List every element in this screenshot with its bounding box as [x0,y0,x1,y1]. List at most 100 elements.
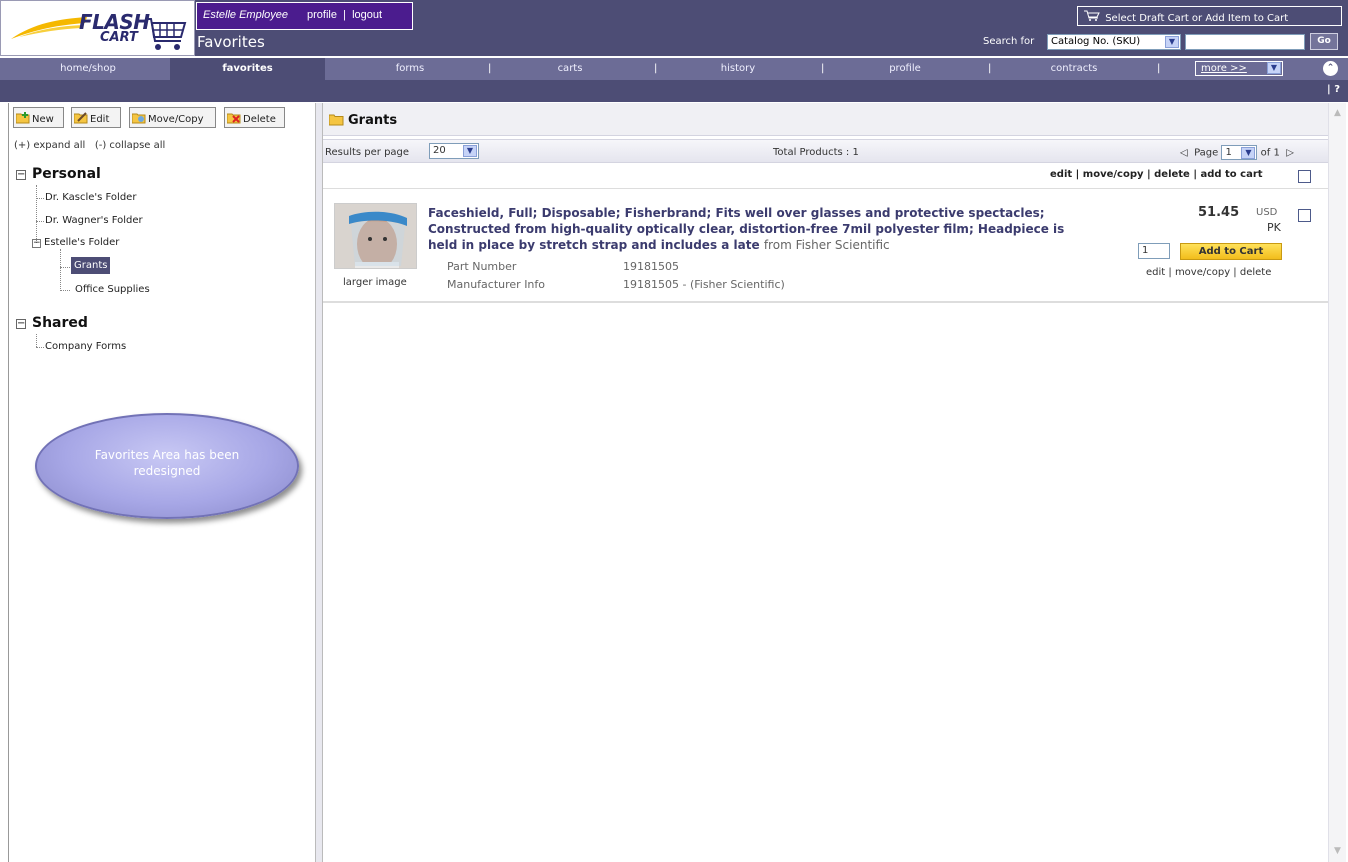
tree-item-company-forms[interactable]: Company Forms [45,341,126,352]
profile-link[interactable]: profile [307,9,337,21]
product-title-link[interactable]: Faceshield, Full; Disposable; Fisherbran… [428,206,1064,252]
tree-connector [36,347,44,348]
personal-label: Personal [32,166,101,182]
page-label: Page [1194,147,1219,159]
tree-section-shared[interactable]: − Shared [16,315,88,331]
results-per-page-select[interactable]: 20 ▼ [429,143,479,159]
results-per-page-label: Results per page [325,147,410,158]
expand-all-link[interactable]: (+) expand all [14,140,85,151]
tree-item-grants[interactable]: Grants [71,257,111,274]
list-actions: edit | move/copy | delete | add to cart [1050,169,1263,180]
vertical-scrollbar[interactable]: ▲ ▼ [1328,103,1346,862]
next-page-icon[interactable]: ▷ [1286,148,1294,159]
pager: ◁ Page 1 ▼ of 1 ▷ [1180,145,1294,160]
pane-splitter[interactable] [315,103,323,862]
product-edit-link[interactable]: edit [1146,267,1165,278]
tree-item-estelle-folder[interactable]: − Estelle's Folder [32,237,119,248]
logout-link[interactable]: logout [352,9,382,21]
list-add-to-cart-link[interactable]: add to cart [1200,169,1262,180]
favorites-tree-pane: New Edit Move/Copy Delete (+) expand all… [8,103,315,862]
edit-folder-button[interactable]: Edit [71,107,121,128]
tab-favorites[interactable]: favorites [170,58,325,80]
prev-page-icon[interactable]: ◁ [1180,148,1188,159]
folder-title: Grants [348,113,398,128]
redesign-callout: Favorites Area has been redesigned [35,413,299,519]
help-link[interactable]: | ? [1327,84,1340,95]
manufacturer-value: 19181505 - (Fisher Scientific) [623,278,785,291]
sub-bar: | ? [0,80,1348,102]
collapse-icon[interactable]: − [32,239,41,248]
product-unit: PK [1267,221,1281,234]
product-delete-link[interactable]: delete [1240,267,1272,278]
product-row: larger image Faceshield, Full; Disposabl… [323,190,1328,303]
tree-section-personal[interactable]: − Personal [16,166,101,182]
page-value: 1 [1225,147,1232,158]
scroll-down-icon[interactable]: ▼ [1331,845,1344,858]
search-type-value: Catalog No. (SKU) [1051,36,1141,47]
tab-contracts[interactable]: contracts [1038,58,1110,80]
part-number-label: Part Number [447,260,517,273]
add-to-cart-button[interactable]: Add to Cart [1180,243,1282,260]
list-edit-link[interactable]: edit [1050,169,1072,180]
tab-profile[interactable]: profile [875,58,935,80]
more-tabs-select[interactable]: more >> ▼ [1195,61,1283,76]
product-description: Faceshield, Full; Disposable; Fisherbran… [428,205,1073,253]
collapse-all-link[interactable]: (-) collapse all [95,140,165,151]
new-folder-label: New [32,114,54,125]
tree-item-office-supplies[interactable]: Office Supplies [75,284,150,295]
search-label: Search for [983,36,1035,47]
search-type-select[interactable]: Catalog No. (SKU) ▼ [1047,34,1181,50]
tab-forms[interactable]: forms [380,58,440,80]
link-separator: | [340,9,350,21]
product-select-checkbox[interactable] [1298,209,1311,222]
main-nav: home/shop favorites forms | carts | hist… [0,58,1348,80]
search-input[interactable] [1185,34,1305,50]
quantity-input[interactable]: 1 [1138,243,1170,259]
faceshield-thumbnail-icon [335,204,416,268]
tree-item-wagner-folder[interactable]: Dr. Wagner's Folder [45,215,143,226]
folder-icon [329,114,344,126]
scroll-up-icon[interactable]: ▲ [1331,107,1344,120]
flash-cart-logo[interactable]: FLASH CART [0,0,195,56]
user-links: profile | logout [307,9,382,21]
logo-text-cart: CART [100,30,138,45]
product-currency: USD [1256,207,1278,218]
select-cart-button[interactable]: Select Draft Cart or Add Item to Cart [1077,6,1342,26]
tab-home-shop[interactable]: home/shop [8,58,168,80]
collapse-icon[interactable]: − [16,319,26,329]
product-image[interactable] [334,203,417,269]
delete-folder-label: Delete [243,114,276,125]
tree-connector [36,185,37,243]
collapse-header-icon[interactable]: ⌃ [1323,61,1338,76]
new-folder-icon [15,112,30,124]
page-select[interactable]: 1 ▼ [1221,145,1258,160]
list-move-copy-link[interactable]: move/copy [1083,169,1144,180]
help-label: ? [1334,84,1340,95]
shared-label: Shared [32,315,88,331]
tree-connector [36,334,37,347]
list-delete-link[interactable]: delete [1154,169,1190,180]
tree-connector [60,267,70,268]
chevron-down-icon: ▼ [1165,36,1179,48]
expand-collapse-links: (+) expand all (-) collapse all [14,140,165,151]
product-price: 51.45 [1198,205,1240,220]
collapse-icon[interactable]: − [16,170,26,180]
tree-item-kascle-folder[interactable]: Dr. Kascle's Folder [45,192,136,203]
larger-image-link[interactable]: larger image [343,277,407,288]
edit-folder-icon [73,112,88,124]
search-go-button[interactable]: Go [1310,33,1338,50]
move-copy-icon [131,112,146,124]
tree-connector [60,290,70,291]
divider [323,188,1328,189]
delete-folder-button[interactable]: Delete [224,107,285,128]
tab-carts[interactable]: carts [545,58,595,80]
move-copy-folder-button[interactable]: Move/Copy [129,107,216,128]
product-move-copy-link[interactable]: move/copy [1175,267,1230,278]
new-folder-button[interactable]: New [13,107,64,128]
chevron-down-icon: ▼ [1267,62,1281,74]
app-header: FLASH CART Estelle Employee profile | lo… [0,0,1348,58]
nav-separator: | [1157,63,1161,74]
select-all-checkbox[interactable] [1298,170,1311,183]
tab-history[interactable]: history [708,58,768,80]
results-bar: Results per page 20 ▼ Total Products : 1… [323,139,1328,163]
